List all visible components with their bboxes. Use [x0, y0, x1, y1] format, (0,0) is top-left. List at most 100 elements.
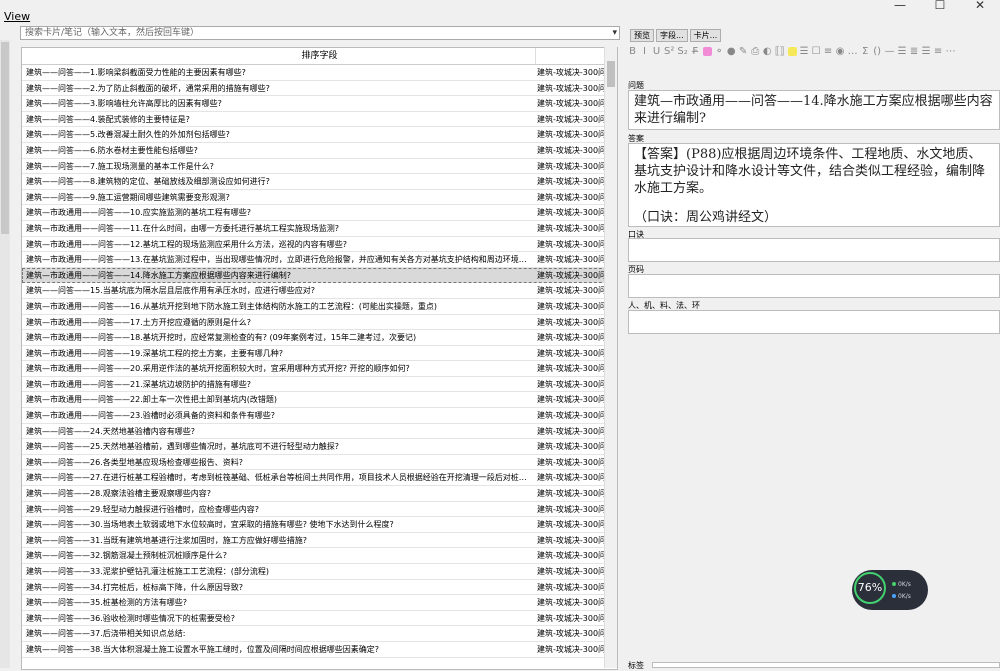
table-row[interactable]: 建筑—市政通用——问答——13.在基坑监测过程中，当出现哪些情况时，立即进行危险… — [22, 252, 617, 268]
table-row[interactable]: 建筑——问答——25.天然地基验槽前，遇到哪些情况时，基坑底可不进行轻型动力触探… — [22, 439, 617, 455]
table-row[interactable]: 建筑——问答——3.影响墙柱允许高厚比的因素有哪些? 建筑-攻城决-300问 — [22, 96, 617, 112]
table-row[interactable]: 建筑—市政通用——问答——11.在什么时间，由哪一方委托进行基坑工程实施现场监测… — [22, 221, 617, 237]
table-row[interactable]: 建筑——问答——28.观察法验槽主要观察哪些内容? 建筑-攻城决-300问 — [22, 486, 617, 502]
format-tool-icon[interactable]: ☰ — [922, 46, 931, 57]
row-question: 建筑——问答——5.改善混凝土耐久性的外加剂包括哪些? — [26, 130, 230, 140]
table-row[interactable]: 建筑—市政通用——问答——19.深基坑工程的挖土方案，主要有哪几种? 建筑-攻城决… — [22, 346, 617, 362]
format-tool-icon[interactable]: U — [652, 46, 661, 57]
format-tool-icon[interactable]: ☰ — [898, 46, 907, 57]
table-row[interactable]: 建筑——问答——5.改善混凝土耐久性的外加剂包括哪些? 建筑-攻城决-300问 — [22, 127, 617, 143]
format-tool-icon[interactable]: ⋯ — [946, 46, 956, 57]
format-tool-icon[interactable]: I — [640, 46, 649, 57]
format-tool-icon[interactable]: S² — [664, 46, 674, 57]
answer-text: 【答案】(P88)应根据周边环境条件、工程地质、水文地质、基坑支护设计和降水设计… — [634, 147, 986, 196]
color-swatch-icon[interactable] — [787, 46, 797, 56]
row-question: 建筑——问答——3.影响墙柱允许高厚比的因素有哪些? — [26, 99, 222, 109]
row-question: 建筑——问答——7.施工现场测量的基本工作是什么? — [26, 161, 214, 171]
column-header[interactable]: 排序字段 — [22, 48, 617, 65]
row-question: 建筑——问答——15.当基坑底为隔水层且层底作用有承压水时，应进行哪些应对? — [26, 286, 315, 296]
format-tool-icon[interactable]: ◐ — [763, 46, 772, 57]
menu-view[interactable]: View — [4, 10, 30, 23]
table-row[interactable]: 建筑—市政通用——问答——23.验槽时必须具备的资料和条件有哪些? 建筑-攻城决-… — [22, 408, 617, 424]
card-list-table: 排序字段 建筑——问答——1.影响梁斜截面受力性能的主要因素有哪些? 建筑-攻城决… — [21, 47, 618, 670]
network-gauge[interactable]: 76% 0K/s 0K/s — [852, 570, 928, 610]
format-tool-icon[interactable]: ⚬ — [715, 46, 724, 57]
table-row[interactable]: 建筑——问答——6.防水卷材主要性能包括哪些? 建筑-攻城决-300问 — [22, 143, 617, 159]
format-tool-icon[interactable]: B — [628, 46, 637, 57]
table-row[interactable]: 建筑—市政通用——问答——18.基坑开挖时，应经常复测检查的有? (09年案例考… — [22, 330, 617, 346]
table-row[interactable]: 建筑——问答——36.验收检测时哪些情况下的桩需要受检? 建筑-攻城决-300问 — [22, 611, 617, 627]
format-tool-icon[interactable]: ≡ — [934, 46, 943, 57]
table-row[interactable]: 建筑——问答——24.天然地基验槽内容有哪些? 建筑-攻城决-300问 — [22, 424, 617, 440]
format-tool-icon[interactable]: F̶ — [691, 46, 700, 57]
table-row[interactable]: 建筑——问答——8.建筑物的定位、基础放线及细部测设应如何进行? 建筑-攻城决-3… — [22, 174, 617, 190]
table-row[interactable]: 建筑——问答——31.当既有建筑地基进行注浆加固时，施工方应做好哪些措施? 建筑-… — [22, 533, 617, 549]
table-row[interactable]: 建筑——问答——15.当基坑底为隔水层且层底作用有承压水时，应进行哪些应对? 建筑… — [22, 283, 617, 299]
row-question: 建筑——问答——35.桩基检测的方法有哪些? — [26, 598, 187, 608]
format-tool-icon[interactable]: () — [873, 46, 882, 57]
table-row[interactable]: 建筑——问答——29.轻型动力触探进行验槽时，应检查哪些内容? 建筑-攻城决-30… — [22, 502, 617, 518]
table-row[interactable]: 建筑——问答——33.泥浆护壁钻孔灌注桩施工工艺流程：(部分流程) 建筑-攻城决-… — [22, 564, 617, 580]
table-row[interactable]: 建筑——问答——32.钢筋混凝土预制桩沉桩顺序是什么? 建筑-攻城决-300问 — [22, 548, 617, 564]
format-tool-icon[interactable]: ⟦⟧ — [775, 46, 785, 57]
table-row[interactable]: 建筑——问答——27.在进行桩基工程验槽时，考虑到桩筏基础、低桩承台等桩间土共同… — [22, 470, 617, 487]
preview-button[interactable]: 预览 — [630, 29, 654, 42]
sort-field-header[interactable]: 排序字段 — [301, 51, 337, 61]
table-row[interactable]: 建筑—市政通用——问答——22.卸土车一次性把土卸到基坑内(改错题) 建筑-攻城决… — [22, 392, 617, 409]
format-tool-icon[interactable]: Σ — [861, 46, 870, 57]
table-row[interactable]: 建筑—市政通用——问答——17.土方开挖应遵循的原则是什么? 建筑-攻城决-300… — [22, 315, 617, 331]
table-row[interactable]: 建筑——问答——30.当场地表土软弱或地下水位较高时，宜采取的措施有哪些? 使地… — [22, 517, 617, 533]
format-tool-icon[interactable]: ✎ — [739, 46, 748, 57]
format-tool-icon[interactable]: ≡ — [824, 46, 833, 57]
table-row[interactable]: 建筑—市政通用——问答——20.采用逆作法的基坑开挖面积较大时，宜采用哪种方式开… — [22, 361, 617, 377]
close-icon[interactable]: ✕ — [960, 0, 1000, 14]
table-row[interactable]: 建筑——问答——1.影响梁斜截面受力性能的主要因素有哪些? 建筑-攻城决-300问 — [22, 65, 617, 81]
table-row[interactable]: 建筑——问答——9.施工运营期间哪些建筑需要变形观测? 建筑-攻城决-300问 — [22, 190, 617, 206]
table-scrollbar[interactable] — [604, 47, 617, 668]
minimize-icon[interactable]: — — [880, 0, 920, 14]
table-row[interactable]: 建筑——问答——7.施工现场测量的基本工作是什么? 建筑-攻城决-300问 — [22, 159, 617, 175]
row-question: 建筑——问答——9.施工运营期间哪些建筑需要变形观测? — [26, 192, 230, 202]
format-tool-icon[interactable]: — — [885, 46, 895, 57]
chevron-down-icon[interactable]: ▾ — [612, 27, 617, 39]
scrollbar-thumb[interactable] — [607, 61, 615, 87]
tags-label: 标签 — [628, 661, 644, 670]
row-question: 建筑—市政通用——问答——19.深基坑工程的挖土方案，主要有哪几种? — [26, 348, 283, 358]
table-row[interactable]: 建筑——问答——35.桩基检测的方法有哪些? 建筑-攻城决-300问 — [22, 595, 617, 611]
row-question: 建筑——问答——8.建筑物的定位、基础放线及细部测设应如何进行? — [26, 177, 270, 187]
table-row[interactable]: 建筑——问答——2.为了防止斜截面的破坏，通常采用的措施有哪些? 建筑-攻城决-3… — [22, 81, 617, 97]
page-field[interactable] — [628, 274, 1000, 298]
table-row[interactable]: 建筑——问答——26.各类型地基应现场检查哪些报告、资料? 建筑-攻城决-300问 — [22, 455, 617, 471]
scrollbar-thumb[interactable] — [1, 42, 9, 234]
table-row[interactable]: 建筑—市政通用——问答——14.降水施工方案应根据哪些内容来进行编制? 建筑-攻城… — [22, 267, 617, 284]
table-row[interactable]: 建筑——问答——38.当大体积混凝土施工设置水平施工缝时，位置及间隔时间应根据哪… — [22, 642, 617, 658]
answer-field[interactable]: 【答案】(P88)应根据周边环境条件、工程地质、水文地质、基坑支护设计和降水设计… — [628, 143, 1000, 227]
row-question: 建筑—市政通用——问答——13.在基坑监测过程中，当出现哪些情况时，立即进行危险… — [26, 255, 534, 265]
table-row[interactable]: 建筑—市政通用——问答——12.基坑工程的现场监测应采用什么方法，巡视的内容有哪… — [22, 237, 617, 253]
table-row[interactable]: 建筑——问答——34.打完桩后，桩标高下降，什么原因导致? 建筑-攻城决-300问 — [22, 580, 617, 596]
table-row[interactable]: 建筑—市政通用——问答——10.应实施监测的基坑工程有哪些? 建筑-攻城决-300… — [22, 205, 617, 221]
format-tool-icon[interactable]: … — [848, 46, 858, 57]
format-tool-icon[interactable]: ◉ — [836, 46, 845, 57]
table-row[interactable]: 建筑——问答——4.装配式装修的主要特征是? 建筑-攻城决-300问 — [22, 112, 617, 128]
color-swatch-icon[interactable] — [702, 46, 712, 56]
table-row[interactable]: 建筑——问答——37.后浇带相关知识点总结: 建筑-攻城决-300问 — [22, 626, 617, 642]
table-row[interactable]: 建筑—市政通用——问答——21.深基坑边坡防护的措施有哪些? 建筑-攻城决-300… — [22, 377, 617, 393]
format-tool-icon[interactable]: ≣ — [910, 46, 919, 57]
format-tool-icon[interactable]: ● — [727, 46, 736, 57]
maximize-icon[interactable]: ☐ — [920, 0, 960, 14]
format-tool-icon[interactable]: ☰ — [800, 46, 809, 57]
format-tool-icon[interactable]: S₂ — [677, 46, 687, 57]
tags-field[interactable] — [652, 662, 1000, 668]
table-row[interactable]: 建筑—市政通用——问答——16.从基坑开挖到地下防水施工到主体结构防水施工的工艺… — [22, 299, 617, 315]
sidebar-scrollbar[interactable] — [0, 40, 10, 668]
question-field[interactable]: 建筑—市政通用——问答——14.降水施工方案应根据哪些内容来进行编制? — [628, 90, 1000, 130]
search-input[interactable]: 搜索卡片/笔记（输入文本，然后按回车键） ▾ — [20, 26, 620, 40]
fields-button[interactable]: 字段... — [656, 29, 688, 42]
format-tool-icon[interactable]: ⎙ — [751, 46, 760, 57]
cards-button[interactable]: 卡片... — [689, 29, 722, 42]
mnemonic-field[interactable] — [628, 238, 1000, 262]
factors-field[interactable] — [628, 310, 1000, 334]
format-tool-icon[interactable]: ☐ — [812, 46, 821, 57]
row-question: 建筑——问答——28.观察法验槽主要观察哪些内容? — [26, 489, 211, 499]
